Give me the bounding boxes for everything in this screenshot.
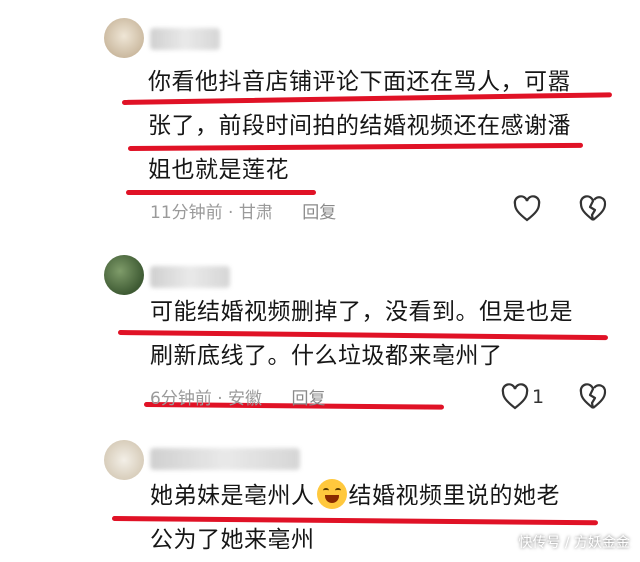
location-separator: ·: [217, 389, 229, 409]
comment-line: 公为了她来亳州: [150, 527, 315, 553]
avatar[interactable]: [104, 18, 144, 58]
laughing-emoji-icon: [316, 479, 347, 509]
comment-meta: 6分钟前 · 安徽 回复: [150, 384, 325, 409]
timestamp: 6分钟前: [150, 389, 212, 409]
heart-icon[interactable]: [512, 194, 542, 224]
broken-heart-icon[interactable]: [578, 382, 608, 412]
location: 甘肃: [238, 203, 273, 223]
comment-text-part: 她弟妹是亳州人: [150, 483, 315, 509]
comment-line: 可能结婚视频删掉了，没看到。但是也是: [150, 299, 573, 325]
reply-button[interactable]: 回复: [302, 203, 336, 223]
comment-line: 姐也就是莲花: [148, 157, 289, 183]
comment-line: 张了，前段时间拍的结婚视频还在感谢潘: [148, 113, 571, 139]
username-blurred[interactable]: [150, 28, 220, 50]
broken-heart-icon[interactable]: [578, 194, 608, 224]
like-count: 1: [532, 386, 545, 408]
comment-meta: 11分钟前 · 甘肃 回复: [150, 198, 336, 223]
comment-line: 她弟妹是亳州人 结婚视频里说的她老: [150, 474, 560, 518]
heart-icon[interactable]: [500, 382, 530, 412]
avatar[interactable]: [104, 440, 144, 480]
comment-text: 你看他抖音店铺评论下面还在骂人，可嚣 张了，前段时间拍的结婚视频还在感谢潘 姐也…: [148, 60, 571, 192]
comment-line: 刷新底线了。什么垃圾都来亳州了: [150, 343, 503, 369]
watermark: 快传号 / 方妖金金: [518, 535, 630, 551]
comment-text-part: 结婚视频里说的她老: [348, 483, 560, 509]
timestamp: 11分钟前: [150, 203, 223, 223]
username-blurred[interactable]: [150, 448, 300, 470]
username-blurred[interactable]: [150, 266, 230, 288]
underline-mark: [126, 190, 316, 195]
reply-button[interactable]: 回复: [291, 389, 325, 409]
avatar[interactable]: [104, 255, 144, 295]
location: 安徽: [228, 389, 263, 409]
location-separator: ·: [228, 203, 239, 223]
